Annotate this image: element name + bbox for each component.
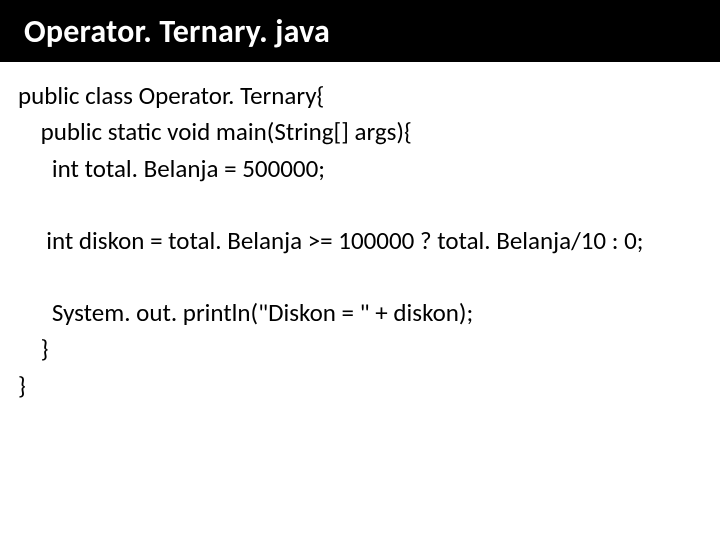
code-line-4: int diskon = total. Belanja >= 100000 ? … <box>18 223 702 259</box>
title-bar: Operator. Ternary. java <box>0 0 720 62</box>
code-line-5: System. out. println("Diskon = " + disko… <box>18 295 702 331</box>
code-line-1: public class Operator. Ternary{ <box>18 78 702 114</box>
code-line-2: public static void main(String[] args){ <box>18 114 702 150</box>
code-block: public class Operator. Ternary{ public s… <box>18 78 702 404</box>
slide-title: Operator. Ternary. java <box>0 12 330 51</box>
code-line-6: } <box>18 331 702 367</box>
code-line-7: } <box>18 368 702 404</box>
blank-line-1 <box>18 187 702 223</box>
slide: Operator. Ternary. java public class Ope… <box>0 0 720 540</box>
blank-line-2 <box>18 259 702 295</box>
code-line-3: int total. Belanja = 500000; <box>18 151 702 187</box>
